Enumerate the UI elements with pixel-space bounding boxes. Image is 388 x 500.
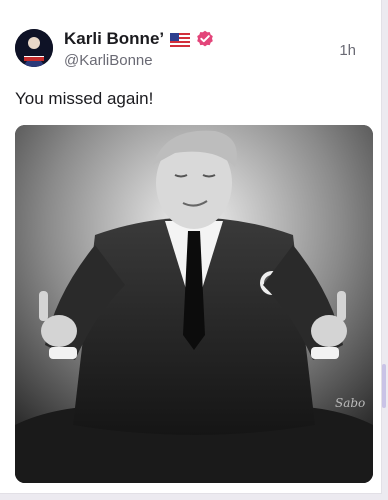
post-timestamp[interactable]: 1h <box>339 42 356 59</box>
post-image[interactable]: Sabo <box>15 125 373 483</box>
author-name-row: Karli Bonne’ <box>64 29 214 49</box>
post-card[interactable]: Karli Bonne’ @KarliBonne 1h You missed a… <box>0 0 382 494</box>
author-name[interactable]: Karli Bonne’ <box>64 29 164 49</box>
author-handle[interactable]: @KarliBonne <box>64 52 153 69</box>
post-text: You missed again! <box>15 89 154 108</box>
verified-badge-icon <box>196 30 214 48</box>
image-watermark: Sabo <box>335 396 365 410</box>
scrollbar-thumb[interactable] <box>382 364 386 408</box>
post-photo: Sabo <box>15 125 373 483</box>
avatar-image <box>15 29 53 67</box>
avatar[interactable] <box>15 29 53 67</box>
us-flag-icon <box>170 32 191 47</box>
